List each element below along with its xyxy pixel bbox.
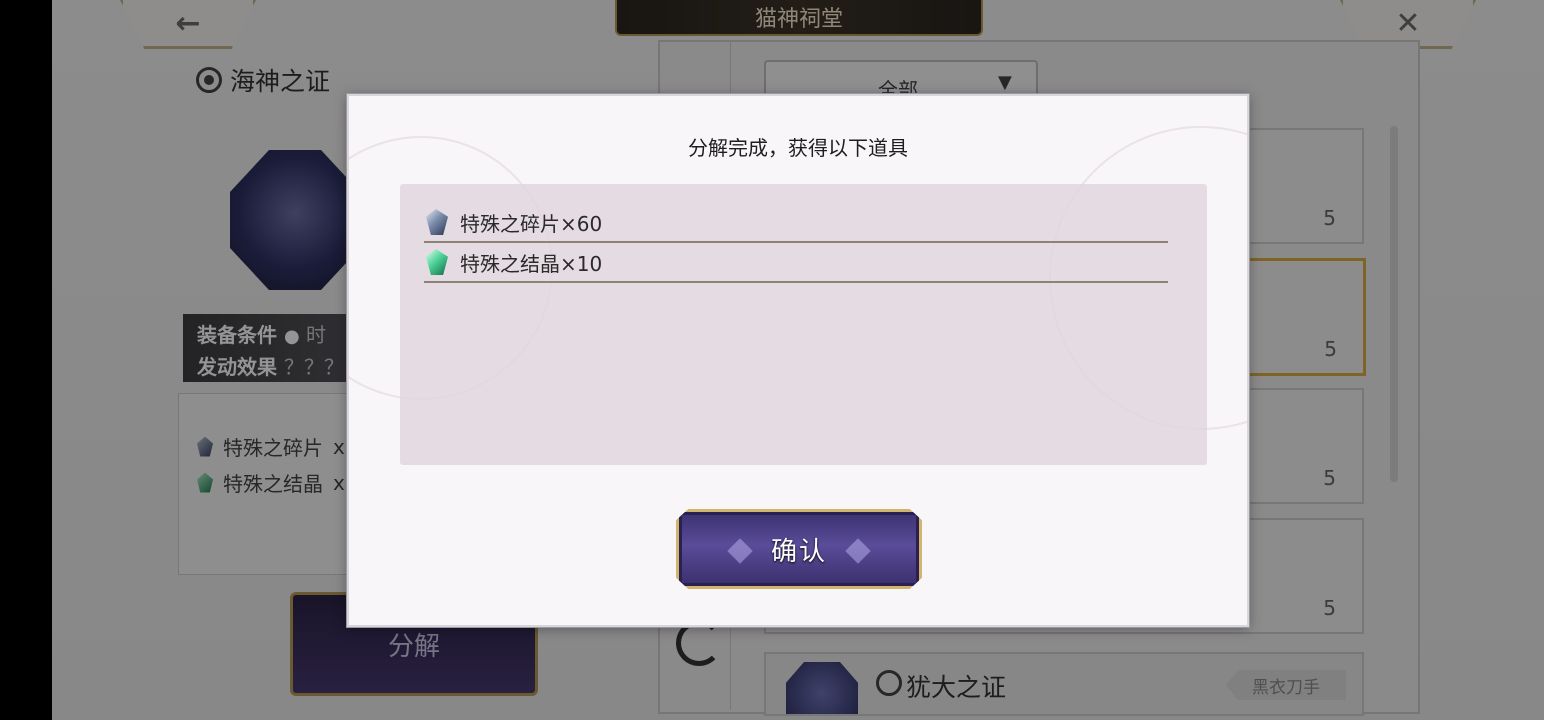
reward-list: 特殊之碎片×60 特殊之结晶×10	[400, 184, 1207, 465]
dialog-title: 分解完成，获得以下道具	[688, 136, 908, 160]
confirm-button[interactable]: 确认	[676, 509, 922, 589]
reward-item-label: 特殊之结晶×10	[460, 251, 603, 276]
reward-item-label: 特殊之碎片×60	[460, 211, 603, 236]
shard-icon	[426, 209, 448, 235]
game-screen: ← 猫神祠堂 ✕ 海神之证 装备条件 ● 时 发动效果 ？？？ 特殊之碎片 x …	[0, 0, 1544, 720]
crystal-icon	[426, 249, 448, 275]
confirm-button-label: 确认	[770, 536, 827, 567]
decompose-result-dialog: 分解完成，获得以下道具 特殊之碎片×60 特殊之结晶×10 确认	[347, 94, 1249, 627]
diamond-ornament-icon	[845, 538, 871, 564]
diamond-ornament-icon	[727, 538, 753, 564]
reward-item: 特殊之结晶×10	[424, 243, 1168, 283]
reward-item: 特殊之碎片×60	[424, 203, 1168, 243]
